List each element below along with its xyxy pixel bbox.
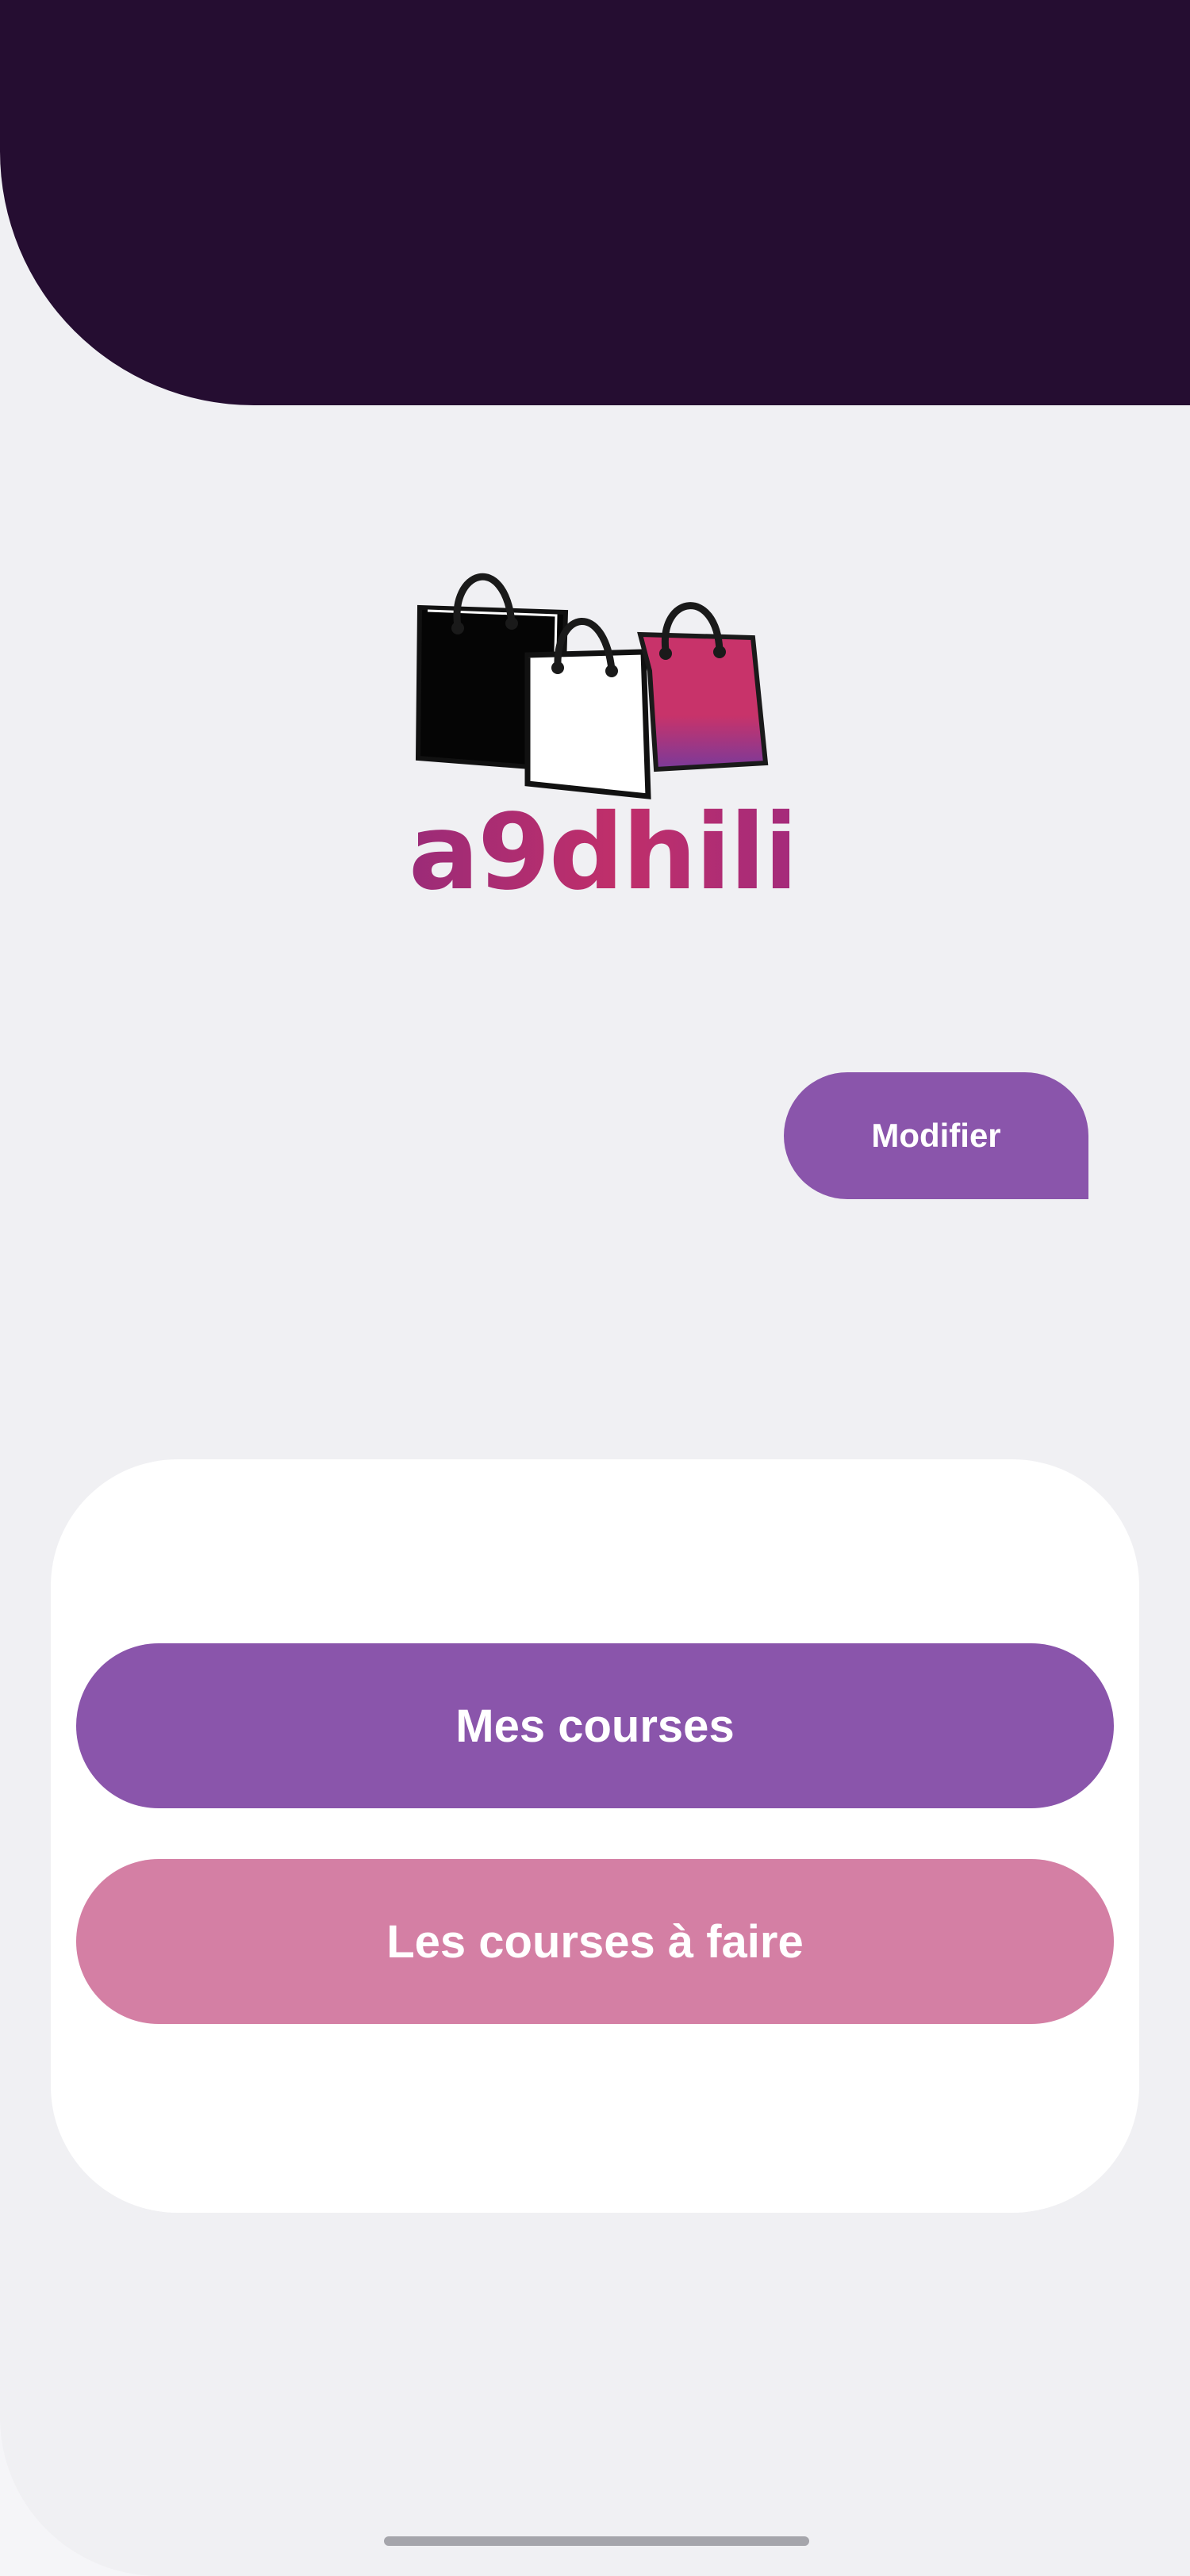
menu-card: Mes courses Les courses à faire [51,1459,1139,2213]
app-logo: a9dhili [409,555,800,914]
logo-wordmark: a9dhili [409,792,800,914]
my-groceries-button[interactable]: Mes courses [76,1643,1114,1808]
header-banner [0,0,1190,405]
groceries-to-do-button[interactable]: Les courses à faire [76,1859,1114,2024]
modify-button[interactable]: Modifier [784,1072,1088,1199]
shopping-bags-icon [415,573,769,799]
home-indicator [384,2536,809,2546]
app-screen: a9dhili Modifier Mes courses Les courses… [0,0,1190,2576]
